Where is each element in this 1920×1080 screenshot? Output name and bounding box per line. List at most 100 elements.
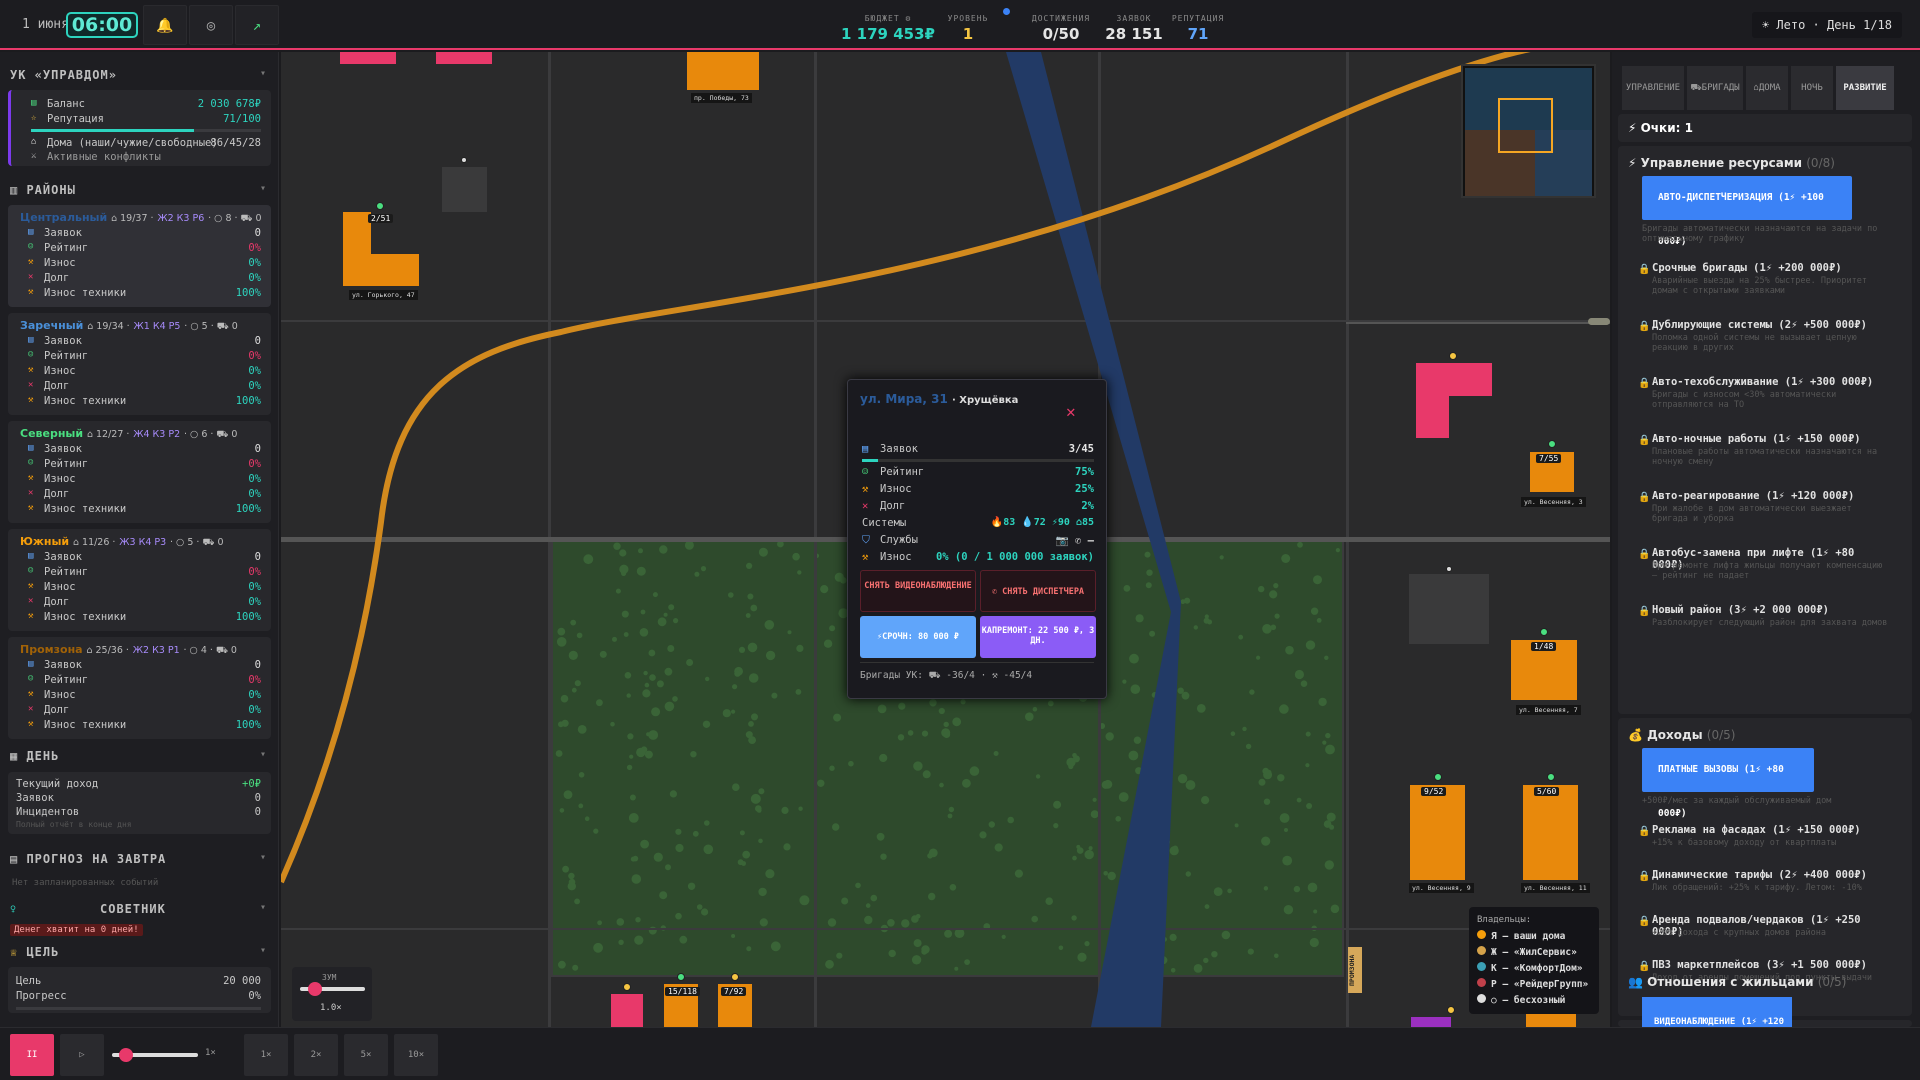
upgrade-title[interactable]: Реклама на фасадах (1⚡ +150 000₽)	[1652, 824, 1892, 836]
speed-2x-button[interactable]: 2×	[294, 1034, 338, 1076]
zoom-slider-thumb[interactable]	[307, 982, 322, 996]
chevron-down-icon[interactable]: ▾	[260, 945, 266, 956]
urgent-repair-button[interactable]: ⚡СРОЧН: 80 000 ₽	[860, 616, 976, 658]
tool-icon: ⚒	[28, 719, 34, 729]
speed-10x-button[interactable]: 10×	[394, 1034, 438, 1076]
notifications-button[interactable]: 🔔	[143, 5, 187, 45]
tab-management[interactable]: УПРАВЛЕНИЕ	[1622, 66, 1684, 110]
district-stats: ⌂ 11/26 ·	[72, 537, 116, 548]
upgrade-title[interactable]: Авто-ночные работы (1⚡ +150 000₽)	[1652, 433, 1892, 445]
upgrade-title[interactable]: Авто-реагирование (1⚡ +120 000₽)	[1652, 490, 1892, 502]
district-row-value: 0%	[248, 272, 261, 284]
houses-label: Дома (наши/чужие/свободные)	[47, 137, 218, 149]
upgrade-title[interactable]: Срочные бригады (1⚡ +200 000₽)	[1652, 262, 1892, 274]
district-card[interactable]: Промзона ⌂ 25/36 · Ж2 К3 Р1 · ○ 4 · ⛟ 0 ▤…	[8, 637, 271, 739]
house-block[interactable]	[687, 52, 759, 90]
speed-slider-thumb[interactable]	[118, 1048, 133, 1062]
owner-dot	[376, 202, 384, 210]
debt-icon: ✕	[28, 272, 34, 282]
upgrade-title[interactable]: Новый район (3⚡ +2 000 000₽)	[1652, 604, 1892, 616]
day-title: ▦ ДЕНЬ	[10, 749, 60, 763]
district-card[interactable]: Южный ⌂ 11/26 · Ж3 К4 Р3 · ○ 5 · ⛟ 0 ▤ Зая…	[8, 529, 271, 631]
owners-legend: Владельцы: Я — ваши дома Ж — «ЖилСервис» К…	[1469, 907, 1599, 1014]
video-surveillance-button[interactable]: ВИДЕОНАБЛЮДЕНИЕ (1⚡ +120 000₽)	[1642, 997, 1792, 1027]
chevron-down-icon[interactable]: ▾	[260, 183, 266, 194]
play-icon: ▷	[79, 1050, 85, 1060]
upgrade-title[interactable]: Динамические тарифы (2⚡ +400 000₽)	[1652, 869, 1892, 881]
calendar-icon: ▤	[10, 852, 27, 866]
tab-development[interactable]: РАЗВИТИЕ	[1836, 66, 1894, 110]
speed-5x-button[interactable]: 5×	[344, 1034, 388, 1076]
house-block[interactable]	[1416, 363, 1449, 438]
lock-icon: 🔒	[1638, 826, 1651, 837]
owner-color-dot	[1477, 994, 1486, 1003]
tab-night[interactable]: НОЧЬ	[1791, 66, 1833, 110]
popup-requests-bar	[862, 459, 1094, 462]
clipboard-icon: ▤	[28, 659, 34, 669]
goals-button[interactable]: ◎	[189, 5, 233, 45]
day-income-value: +0₽	[242, 778, 261, 790]
district-row-value: 100%	[235, 611, 261, 623]
district-row: ⚒ Износ техники 100%	[20, 611, 261, 625]
paid-calls-button[interactable]: ПЛАТНЫЕ ВЫЗОВЫ (1⚡ +80 000₽)	[1642, 748, 1814, 819]
district-row: ▤ Заявок 0	[20, 659, 261, 673]
capital-repair-button[interactable]: КАПРЕМОНТ: 22 500 ₽, 3 ДН.	[980, 616, 1096, 658]
house-block[interactable]	[1523, 785, 1578, 880]
chevron-down-icon[interactable]: ▾	[260, 749, 266, 760]
minimap-viewport[interactable]	[1498, 98, 1553, 153]
district-row-label: Рейтинг	[44, 458, 89, 470]
district-card[interactable]: Заречный ⌂ 19/34 · Ж1 К4 Р5 · ○ 5 · ⛟ 0 ▤…	[8, 313, 271, 415]
day-requests-label: Заявок	[16, 792, 54, 804]
district-row-value: 0	[254, 551, 261, 563]
auto-dispatch-button[interactable]: АВТО-ДИСПЕТЧЕРИЗАЦИЯ (1⚡ +100 000₽)	[1642, 176, 1852, 247]
minimap[interactable]	[1461, 64, 1596, 198]
wrench-icon: ⚒	[862, 483, 869, 495]
upgrade-title[interactable]: Дублирующие системы (2⚡ +500 000₽)	[1652, 319, 1892, 331]
tab-houses[interactable]: ⌂ДОМА	[1746, 66, 1788, 110]
house-block[interactable]	[343, 254, 419, 286]
speed-1x-button[interactable]: 1×	[244, 1034, 288, 1076]
district-row: ✕ Долг 0%	[20, 596, 261, 610]
house-block[interactable]	[436, 52, 492, 64]
remove-video-button[interactable]: СНЯТЬ ВИДЕОНАБЛЮДЕНИЕ	[860, 570, 976, 612]
building-system: ⌂85	[1075, 517, 1094, 528]
house-block[interactable]	[340, 52, 396, 64]
district-row: ▤ Заявок 0	[20, 551, 261, 565]
district-row-label: Долг	[44, 488, 70, 500]
wrench-icon: ⚒	[28, 581, 34, 591]
tab-brigades[interactable]: ⛟БРИГАДЫ	[1687, 66, 1743, 110]
district-stats: ⌂ 19/37 ·	[111, 213, 154, 224]
house-block[interactable]	[1411, 1017, 1451, 1027]
district-row: ☺ Рейтинг 0%	[20, 458, 261, 472]
popup-rating-value: 75%	[1075, 466, 1094, 478]
chevron-down-icon[interactable]: ▾	[260, 68, 266, 79]
owner-dot	[623, 983, 631, 991]
resources-section: ⚡ Управление ресурсами (0/8) АВТО-ДИСПЕТ…	[1618, 146, 1912, 714]
chevron-down-icon[interactable]: ▾	[260, 902, 266, 913]
owner-color-dot	[1477, 946, 1486, 955]
house-block[interactable]	[611, 994, 643, 1027]
popup-title: ул. Мира, 31	[860, 392, 948, 406]
district-card[interactable]: Северный ⌂ 12/27 · Ж4 К3 Р2 · ○ 6 · ⛟ 0 ▤…	[8, 421, 271, 523]
play-button[interactable]: ▷	[60, 1034, 104, 1076]
day-card: Текущий доход +0₽ Заявок 0 Инцидентов 0 Пол…	[8, 772, 271, 834]
district-card[interactable]: Центральный ⌂ 19/37 · Ж2 К3 Р6 · ○ 8 · ⛟…	[8, 205, 271, 307]
district-tags: Ж2 К3 Р6	[157, 213, 205, 224]
points-value: ⚡ Очки: 1	[1628, 121, 1693, 135]
close-icon[interactable]: ✕	[1066, 402, 1076, 421]
upgrade-title[interactable]: Авто-техобслуживание (1⚡ +300 000₽)	[1652, 376, 1892, 388]
empty-lot[interactable]	[1409, 574, 1489, 644]
upgrade-title[interactable]: ПВЗ маркетплейсов (3⚡ +1 500 000₽)	[1652, 959, 1892, 971]
house-block[interactable]	[1526, 1012, 1576, 1027]
empty-lot[interactable]	[442, 167, 487, 212]
stats-button[interactable]: ↗	[235, 5, 279, 45]
remove-dispatcher-button[interactable]: ✆ СНЯТЬ ДИСПЕТЧЕРА	[980, 570, 1096, 612]
district-row-value: 0%	[248, 350, 261, 362]
chevron-down-icon[interactable]: ▾	[260, 852, 266, 863]
district-row-label: Долг	[44, 380, 70, 392]
achievements-stat[interactable]: ДОСТИЖЕНИЯ 0/50	[1024, 14, 1098, 43]
pause-button[interactable]: II	[10, 1034, 54, 1076]
popup-brigades: Бригады УК: ⛟ -36/4 · ⚒ -45/4	[860, 670, 1033, 681]
house-block[interactable]	[1410, 785, 1465, 880]
district-header: Промзона ⌂ 25/36 · Ж2 К3 Р1 · ○ 4 · ⛟ 0	[20, 643, 237, 657]
